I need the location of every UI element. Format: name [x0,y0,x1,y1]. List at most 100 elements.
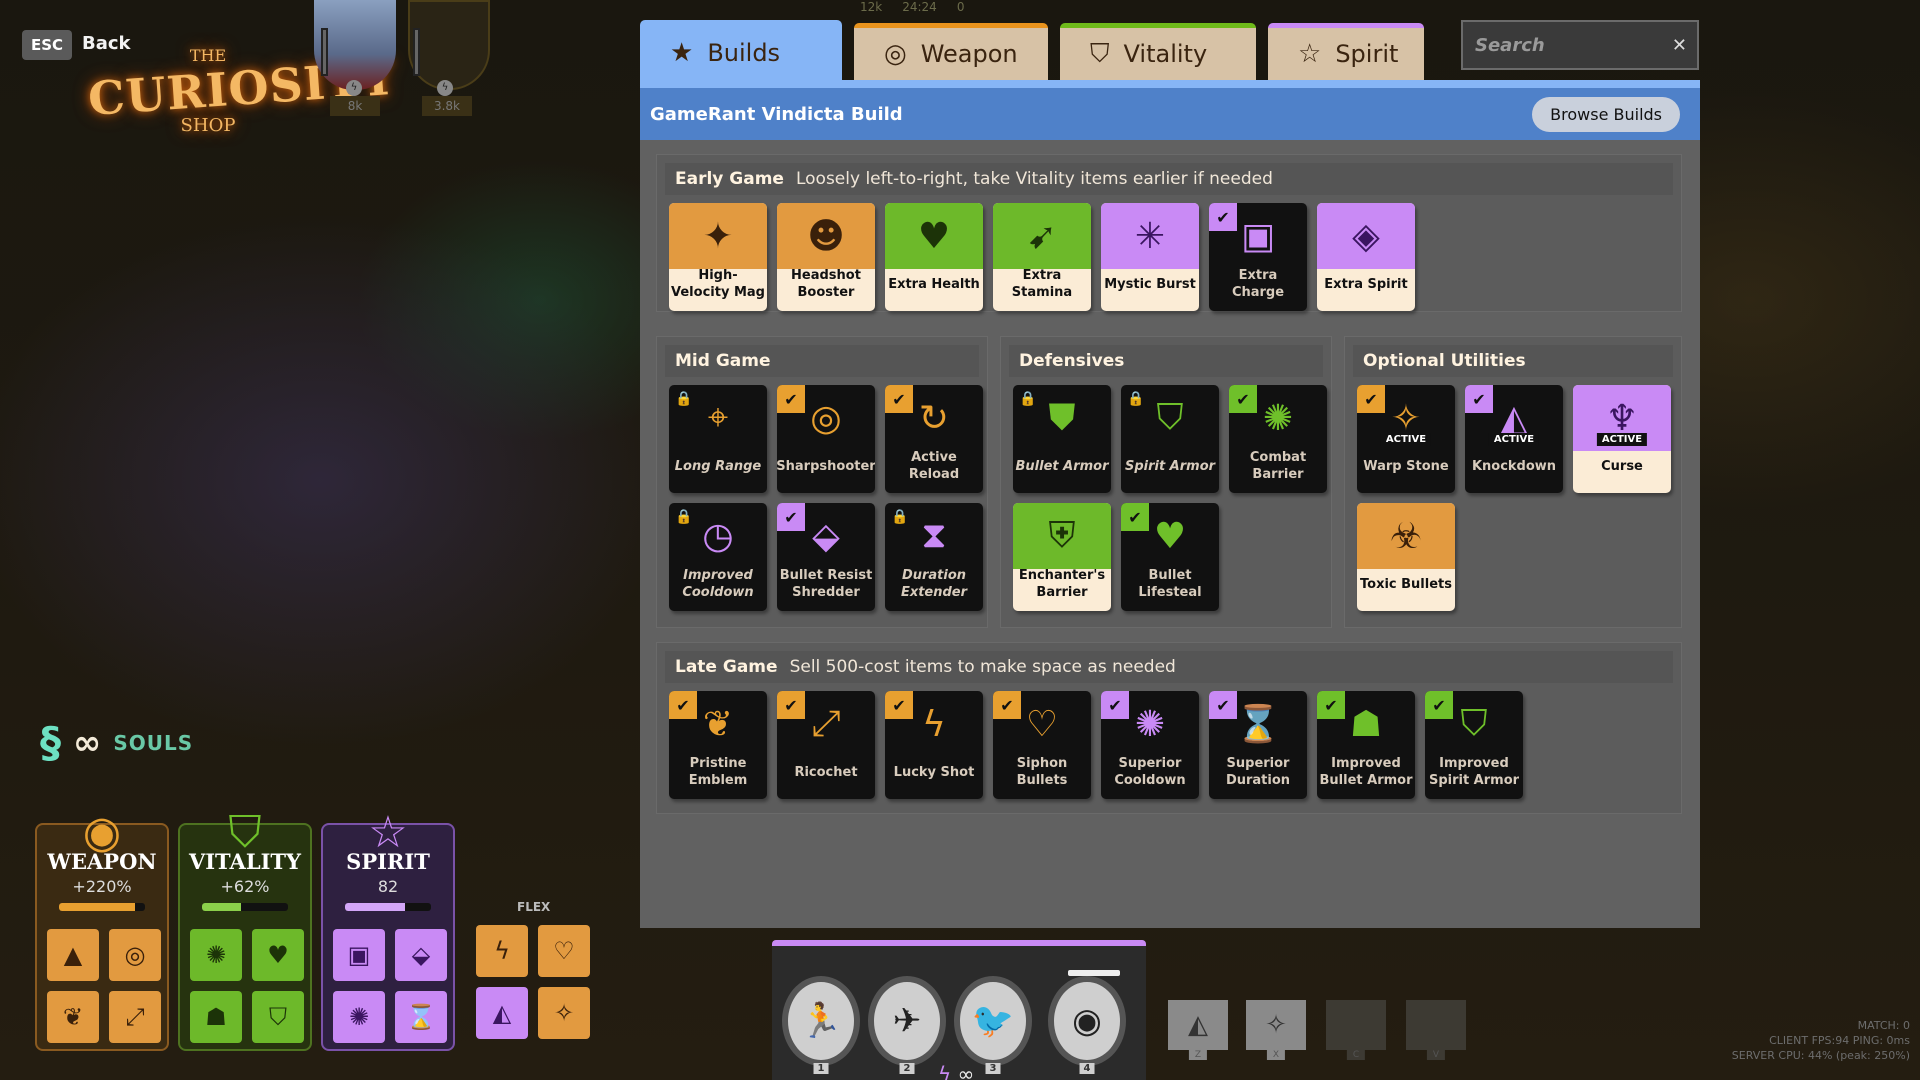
section-title: Early Game [675,169,784,189]
ability-4[interactable]: ◉ 4 [1048,976,1126,1074]
item-icon: ◈ [1317,203,1415,269]
ability-icon: ◉ [1072,1001,1102,1041]
flex-item-slot[interactable]: ✧ [538,987,590,1039]
shop-item-warp-stone[interactable]: ✧ ✔ ACTIVE Warp Stone [1357,385,1455,493]
flex-item-slot[interactable]: ♡ [538,925,590,977]
ability-1[interactable]: 🏃 1 [782,976,860,1074]
shop-item-bullet-resist-shredder[interactable]: ⬙ ✔ Bullet Resist Shredder [777,503,875,611]
equipped-item-slot[interactable]: ❦ [47,991,99,1043]
equipped-item-slot[interactable]: ⤢ [109,991,161,1043]
stat-value: 82 [377,877,399,896]
quick-slot-c[interactable]: C [1326,1000,1386,1060]
tab-weapon[interactable]: ◎ Weapon [854,23,1048,80]
bolt-icon: ϟ [938,1062,952,1080]
item-icon: ➹ [993,203,1091,269]
equipped-item-slot[interactable]: ⛉ [252,991,304,1043]
tab-vitality[interactable]: ⛉ Vitality [1060,23,1256,80]
lock-icon: 🔒 [1127,391,1145,407]
shop-item-bullet-lifesteal[interactable]: ♥ ✔ Bullet Lifesteal [1121,503,1219,611]
shop-item-knockdown[interactable]: ◭ ✔ ACTIVE Knockdown [1465,385,1563,493]
shop-item-siphon-bullets[interactable]: ♡ ✔ Siphon Bullets [993,691,1091,799]
tab-spirit[interactable]: ☆ Spirit [1268,23,1424,80]
shop-item-improved-spirit-armor[interactable]: ⛉ ✔ Improved Spirit Armor [1425,691,1523,799]
shop-item-superior-duration[interactable]: ⌛ ✔ Superior Duration [1209,691,1307,799]
shop-item-long-range[interactable]: ⌖ 🔒 Long Range [669,385,767,493]
shop-item-pristine-emblem[interactable]: ❦ ✔ Pristine Emblem [669,691,767,799]
flex-item-slot[interactable]: ◭ [476,987,528,1039]
stat-item-slots: ▣ ⬙ ✺ ⌛ [333,929,447,1043]
item-label: Pristine Emblem [688,756,748,788]
flex-item-slot[interactable]: ϟ [476,925,528,977]
shop-item-lucky-shot[interactable]: ϟ ✔ Lucky Shot [885,691,983,799]
shop-item-toxic-bullets[interactable]: ☣ Toxic Bullets [1357,503,1455,611]
item-list: ✦ High-Velocity Mag ☻ Headshot Booster ♥ Extr… [669,203,1415,311]
shop-item-bullet-armor[interactable]: ⛊ 🔒 Bullet Armor [1013,385,1111,493]
shop-item-improved-cooldown[interactable]: ◷ 🔒 Improved Cooldown [669,503,767,611]
tab-builds[interactable]: ★ Builds [640,20,842,86]
browse-builds-button[interactable]: Browse Builds [1532,96,1680,132]
section-description: Loosely left-to-right, take Vitality ite… [795,169,1273,189]
ability-3[interactable]: 🐦 3 [954,976,1032,1074]
shop-item-ricochet[interactable]: ⤢ ✔ Ricochet [777,691,875,799]
ability-key: 3 [985,1063,1001,1074]
search-input[interactable] [1475,34,1655,56]
shop-item-active-reload[interactable]: ↻ ✔ Active Reload [885,385,983,493]
shop-item-high-velocity-mag[interactable]: ✦ High-Velocity Mag [669,203,767,311]
item-label: Combat Barrier [1249,450,1307,482]
checkmark-icon: ✔ [1121,503,1149,531]
ability-2[interactable]: ✈ 2 [868,976,946,1074]
item-label: Curse [1601,458,1643,474]
lock-icon: 🔒 [675,391,693,407]
ability-charges [1068,970,1120,976]
stat-progress-fill [59,903,135,911]
shop-item-headshot-booster[interactable]: ☻ Headshot Booster [777,203,875,311]
stat-value: +62% [220,877,270,896]
item-label: Long Range [674,458,762,474]
ability-icon: ✈ [892,1001,922,1041]
shop-item-extra-spirit[interactable]: ◈ Extra Spirit [1317,203,1415,311]
quick-slot-x[interactable]: ✧ X [1246,1000,1306,1060]
shop-item-spirit-armor[interactable]: ⛉ 🔒 Spirit Armor [1121,385,1219,493]
equipped-item-slot[interactable]: ▣ [333,929,385,981]
shop-item-enchanter-s-barrier[interactable]: ⛨ Enchanter's Barrier [1013,503,1111,611]
shop-item-duration-extender[interactable]: ⧗ 🔒 Duration Extender [885,503,983,611]
item-icon: ✳ [1101,203,1199,269]
shop-item-extra-charge[interactable]: ▣ ✔ Extra Charge [1209,203,1307,311]
section-defensives: Defensives ⛊ 🔒 Bullet Armor ⛉ 🔒 Spirit Armor ✺… [1000,336,1332,628]
warp-stone-icon: ✧ [1265,1010,1287,1040]
shop-item-mystic-burst[interactable]: ✳ Mystic Burst [1101,203,1199,311]
shop-item-superior-cooldown[interactable]: ✺ ✔ Superior Cooldown [1101,691,1199,799]
equipped-item-slot[interactable]: ✺ [190,929,242,981]
shop-item-combat-barrier[interactable]: ✺ ✔ Combat Barrier [1229,385,1327,493]
item-label: Warp Stone [1363,458,1449,474]
checkmark-icon: ✔ [1465,385,1493,413]
equipped-item-slot[interactable]: ☗ [190,991,242,1043]
equipped-item-slot[interactable]: ▲ [47,929,99,981]
checkmark-icon: ✔ [885,385,913,413]
shop-item-extra-health[interactable]: ♥ Extra Health [885,203,983,311]
active-tag: ACTIVE [1488,433,1540,446]
match-top-stats: 12k 24:24 0 [860,0,964,14]
shop-item-improved-bullet-armor[interactable]: ☗ ✔ Improved Bullet Armor [1317,691,1415,799]
item-label: Siphon Bullets [1016,756,1068,788]
weapon-icon: ◎ [884,39,907,69]
shop-item-sharpshooter[interactable]: ◎ ✔ Sharpshooter [777,385,875,493]
equipped-item-slot[interactable]: ✺ [333,991,385,1043]
clear-search-icon[interactable]: ✕ [1672,35,1687,56]
section-header: Optional Utilities [1353,345,1673,377]
portrait-value: 8k [330,96,380,116]
item-icon: ♥ [885,203,983,269]
stat-item-slots: ✺ ♥ ☗ ⛉ [190,929,304,1043]
equipped-item-slot[interactable]: ◎ [109,929,161,981]
checkmark-icon: ✔ [777,503,805,531]
active-tag: ACTIVE [1380,433,1432,446]
quick-slot-v[interactable]: V [1406,1000,1466,1060]
esc-key-badge[interactable]: ESC [22,30,72,60]
flex-label: FLEX [517,900,551,914]
shop-item-curse[interactable]: ♆ ACTIVE Curse [1573,385,1671,493]
quick-slot-z[interactable]: ◭ Z [1168,1000,1228,1060]
equipped-item-slot[interactable]: ♥ [252,929,304,981]
equipped-item-slot[interactable]: ⌛ [395,991,447,1043]
equipped-item-slot[interactable]: ⬙ [395,929,447,981]
shop-item-extra-stamina[interactable]: ➹ Extra Stamina [993,203,1091,311]
